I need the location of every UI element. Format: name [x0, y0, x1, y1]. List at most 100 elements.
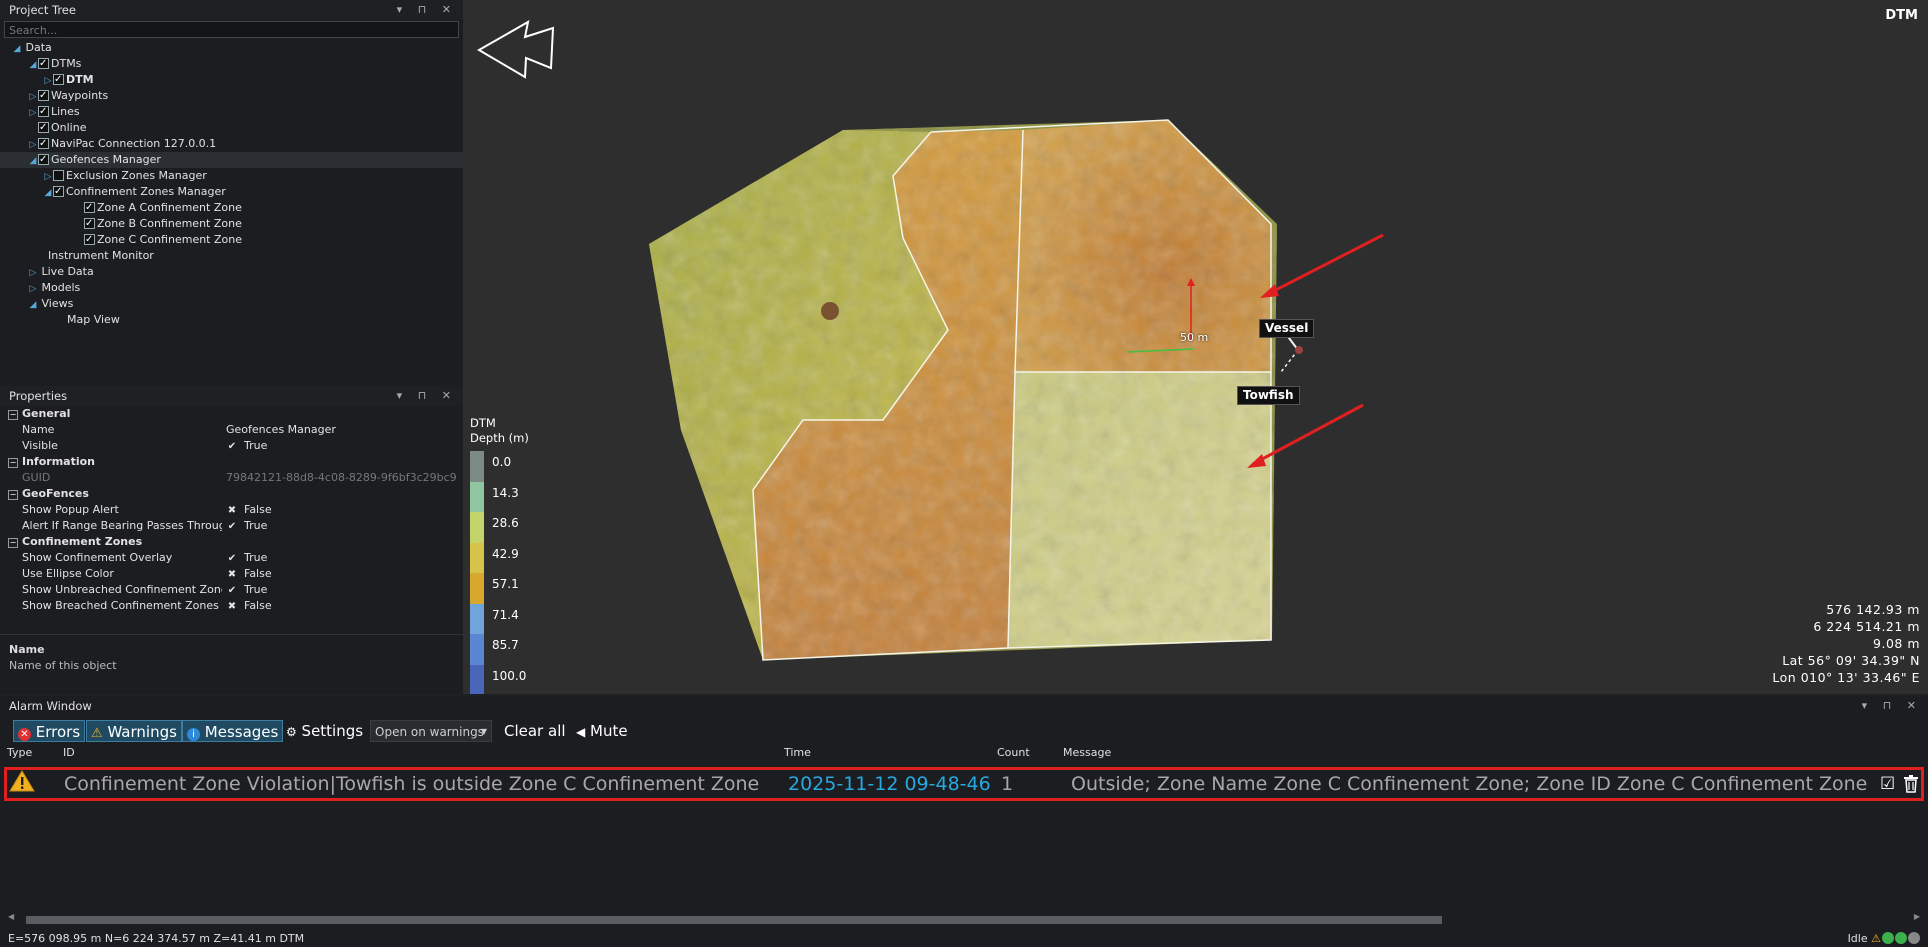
- expanded-arrow-icon[interactable]: ◢: [12, 41, 22, 57]
- property-row[interactable]: Show Popup Alert ✖ False: [0, 502, 463, 518]
- column-header-id[interactable]: ID: [63, 746, 75, 759]
- tree-node-zone-c[interactable]: Zone C Confinement Zone: [0, 232, 463, 248]
- checkbox[interactable]: [38, 136, 49, 152]
- legend-swatch: [470, 451, 484, 482]
- checkbox[interactable]: [53, 170, 64, 181]
- tree-node-dtm[interactable]: ▷DTM: [0, 72, 463, 88]
- horizontal-scrollbar[interactable]: ◀ ▶: [4, 912, 1924, 926]
- easting-readout: 576 142.93 m: [1826, 602, 1920, 617]
- tree-node-lines[interactable]: ▷Lines: [0, 104, 463, 120]
- category-geofences[interactable]: − GeoFences: [0, 486, 463, 502]
- clear-all-button[interactable]: Clear all: [500, 720, 570, 742]
- open-mode-select[interactable]: Open on warnings ▼: [370, 720, 492, 742]
- checkbox[interactable]: [38, 104, 49, 120]
- expanded-arrow-icon[interactable]: ◢: [28, 153, 38, 169]
- column-header-count[interactable]: Count: [997, 746, 1030, 759]
- north-arrow-icon[interactable]: [477, 20, 555, 79]
- collapsed-arrow-icon[interactable]: ▷: [43, 169, 53, 185]
- property-row[interactable]: GUID 79842121-88d8-4c08-8289-9f6bf3c29bc9: [0, 470, 463, 486]
- expanded-arrow-icon[interactable]: ◢: [43, 185, 53, 201]
- tree-node-dtms[interactable]: ◢DTMs: [0, 56, 463, 72]
- property-row[interactable]: Alert If Range Bearing Passes Through E ✔…: [0, 518, 463, 534]
- scroll-left-icon[interactable]: ◀: [8, 912, 14, 921]
- checkbox[interactable]: [38, 152, 49, 168]
- checkbox[interactable]: [38, 56, 49, 72]
- checkbox[interactable]: [84, 216, 95, 232]
- tree-node-online[interactable]: Online: [0, 120, 463, 136]
- messages-filter-button[interactable]: i Messages: [182, 720, 284, 742]
- scroll-right-icon[interactable]: ▶: [1914, 912, 1920, 921]
- tree-node-zone-a[interactable]: Zone A Confinement Zone: [0, 200, 463, 216]
- collapse-icon[interactable]: −: [8, 410, 18, 420]
- legend-swatch: [470, 481, 484, 512]
- column-header-time[interactable]: Time: [784, 746, 811, 759]
- category-information[interactable]: − Information: [0, 454, 463, 470]
- collapsed-arrow-icon[interactable]: ▷: [28, 105, 38, 121]
- tree-node-confinement-zones[interactable]: ◢Confinement Zones Manager: [0, 184, 463, 200]
- collapse-icon[interactable]: −: [8, 538, 18, 548]
- collapsed-arrow-icon[interactable]: ▷: [28, 265, 38, 281]
- search-input[interactable]: Search...: [4, 21, 459, 38]
- tree-node-map-view[interactable]: Map View: [0, 312, 463, 328]
- category-confinement-zones[interactable]: − Confinement Zones: [0, 534, 463, 550]
- acknowledge-icon[interactable]: ☑: [1880, 770, 1895, 798]
- property-row[interactable]: Use Ellipse Color ✖ False: [0, 566, 463, 582]
- dtm-surface: [649, 119, 1277, 661]
- map-canvas[interactable]: [463, 0, 1928, 694]
- property-row[interactable]: Show Unbreached Confinement Zones ✔ True: [0, 582, 463, 598]
- tree-node-instrument-monitor[interactable]: Instrument Monitor: [0, 248, 463, 264]
- tree-node-models[interactable]: ▷ Models: [0, 280, 463, 296]
- expanded-arrow-icon[interactable]: ◢: [28, 57, 38, 73]
- checkbox[interactable]: [38, 88, 49, 104]
- collapse-icon[interactable]: −: [8, 490, 18, 500]
- idle-status-icon: [1908, 932, 1920, 944]
- tree-node-navipac[interactable]: ▷NaviPac Connection 127.0.0.1: [0, 136, 463, 152]
- collapsed-arrow-icon[interactable]: ▷: [28, 281, 38, 297]
- tree-node-geofences-manager[interactable]: ◢Geofences Manager: [0, 152, 463, 168]
- scrollbar-thumb[interactable]: [26, 916, 1442, 924]
- collapsed-arrow-icon[interactable]: ▷: [28, 137, 38, 153]
- checkbox[interactable]: [53, 72, 64, 88]
- property-row[interactable]: Show Breached Confinement Zones in Se✖Fa…: [0, 598, 463, 614]
- alarm-row[interactable]: Confinement Zone Violation|Towfish is ou…: [4, 767, 1924, 801]
- checkbox[interactable]: [53, 184, 64, 200]
- warnings-filter-button[interactable]: ⚠ Warnings: [86, 720, 182, 742]
- vessel-label[interactable]: Vessel: [1259, 319, 1315, 338]
- mute-button[interactable]: ◀ Mute: [572, 720, 632, 742]
- tree-node-zone-b[interactable]: Zone B Confinement Zone: [0, 216, 463, 232]
- alarm-id: Confinement Zone Violation|Towfish is ou…: [64, 773, 760, 795]
- warning-status-icon: ⚠: [1871, 932, 1881, 945]
- panel-buttons[interactable]: ▾ ⊓ ✕: [397, 386, 457, 406]
- collapsed-arrow-icon[interactable]: ▷: [28, 89, 38, 105]
- collapsed-arrow-icon[interactable]: ▷: [43, 73, 53, 89]
- property-row[interactable]: Show Confinement Overlay ✔ True: [0, 550, 463, 566]
- column-header-message[interactable]: Message: [1063, 746, 1111, 759]
- status-text: Idle: [1847, 932, 1868, 945]
- property-row[interactable]: Visible ✔ True: [0, 438, 463, 454]
- tree-node-data[interactable]: ◢ Data: [0, 40, 463, 56]
- expanded-arrow-icon[interactable]: ◢: [28, 297, 38, 313]
- towfish-label[interactable]: Towfish: [1237, 386, 1300, 405]
- map-view[interactable]: DTM 50 m Vessel Towfish DTM Depth (m) 0.…: [463, 0, 1928, 694]
- errors-filter-button[interactable]: ✕ Errors: [13, 720, 86, 742]
- checkbox[interactable]: [84, 232, 95, 248]
- project-tree: ◢ Data ◢DTMs ▷DTM ▷Waypoints ▷Lines Onli…: [0, 40, 463, 328]
- property-row[interactable]: Name Geofences Manager: [0, 422, 463, 438]
- tree-node-live-data[interactable]: ▷ Live Data: [0, 264, 463, 280]
- settings-button[interactable]: ⚙ Settings: [282, 720, 367, 742]
- checkbox[interactable]: [38, 120, 49, 136]
- category-general[interactable]: − General: [0, 406, 463, 422]
- panel-buttons[interactable]: ▾ ⊓ ✕: [1862, 696, 1922, 716]
- collapse-icon[interactable]: −: [8, 458, 18, 468]
- longitude-readout: Lon 010° 13' 33.46" E: [1772, 670, 1920, 685]
- legend-item: 14.3: [470, 481, 550, 512]
- legend-label: 42.9: [492, 546, 519, 561]
- column-header-type[interactable]: Type: [7, 746, 32, 759]
- project-tree-panel: Project Tree ▾ ⊓ ✕ Search... ◢ Data ◢DTM…: [0, 0, 463, 384]
- tree-node-exclusion-zones[interactable]: ▷ Exclusion Zones Manager: [0, 168, 463, 184]
- tree-node-waypoints[interactable]: ▷Waypoints: [0, 88, 463, 104]
- trash-icon[interactable]: [1903, 773, 1919, 801]
- checkbox[interactable]: [84, 200, 95, 216]
- panel-buttons[interactable]: ▾ ⊓ ✕: [397, 0, 457, 20]
- tree-node-views[interactable]: ◢ Views: [0, 296, 463, 312]
